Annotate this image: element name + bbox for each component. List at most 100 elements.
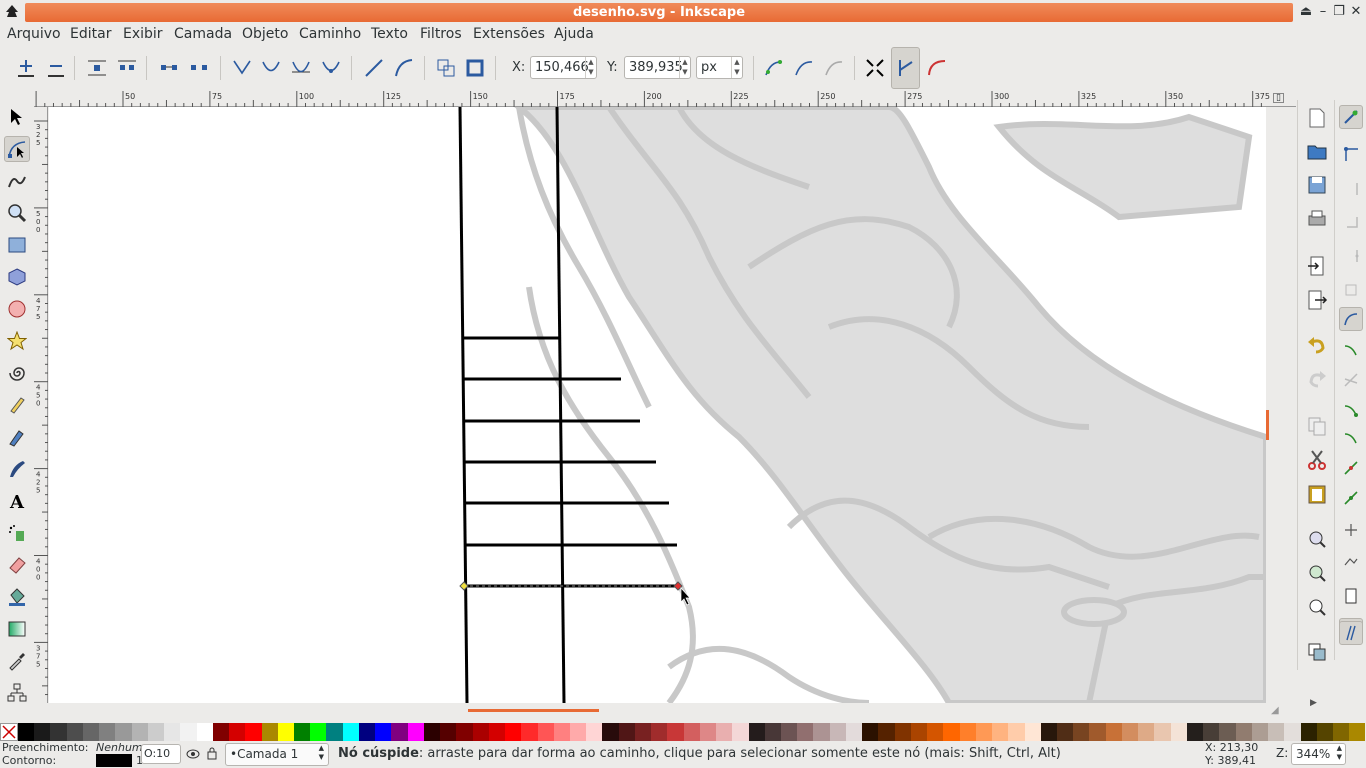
- maximize-button[interactable]: ❐: [1331, 4, 1347, 20]
- star-tool[interactable]: [4, 328, 30, 354]
- color-swatch[interactable]: [537, 723, 554, 741]
- node-symmetric-icon[interactable]: [290, 57, 312, 79]
- more-commands-icon[interactable]: ▶: [1310, 698, 1317, 708]
- node-y-input[interactable]: 389,935 ▲ ▼: [624, 56, 691, 79]
- color-swatch[interactable]: [521, 723, 538, 741]
- color-swatch[interactable]: [1332, 723, 1350, 741]
- color-swatch[interactable]: [1235, 723, 1252, 741]
- color-swatch[interactable]: [34, 723, 51, 741]
- color-swatch[interactable]: [131, 723, 148, 741]
- fill-value[interactable]: Nenhum: [96, 741, 143, 754]
- snap-smooth-nodes[interactable]: [1339, 426, 1363, 450]
- zoom-input[interactable]: 344% ▲ ▼: [1291, 743, 1346, 765]
- color-swatch[interactable]: [878, 723, 895, 741]
- color-swatch[interactable]: [1284, 723, 1301, 741]
- break-path-icon[interactable]: [116, 57, 138, 79]
- node-tool[interactable]: [4, 136, 30, 162]
- color-swatch[interactable]: [1300, 723, 1317, 741]
- color-swatch[interactable]: [683, 723, 700, 741]
- color-swatch[interactable]: [1170, 723, 1187, 741]
- save-icon[interactable]: [1306, 174, 1328, 196]
- color-swatch[interactable]: [1138, 723, 1155, 741]
- color-swatch[interactable]: [1349, 723, 1366, 741]
- color-swatch[interactable]: [1073, 723, 1090, 741]
- color-palette[interactable]: [0, 723, 1366, 741]
- color-swatch[interactable]: [910, 723, 928, 741]
- show-outline-icon[interactable]: [793, 57, 815, 79]
- snap-bbox[interactable]: [1339, 142, 1363, 166]
- open-folder-icon[interactable]: [1306, 140, 1328, 162]
- color-swatch[interactable]: [261, 723, 278, 741]
- close-button[interactable]: ✕: [1348, 4, 1364, 20]
- color-swatch[interactable]: [618, 723, 635, 741]
- delete-node-icon[interactable]: [45, 57, 67, 79]
- color-swatch[interactable]: [781, 723, 798, 741]
- color-swatch[interactable]: [407, 723, 424, 741]
- window-up-icon[interactable]: ⏏: [1298, 4, 1314, 20]
- horizontal-ruler[interactable]: 50 75 100 125 150 175 200 225 250 275 300 325 350 375…: [34, 91, 1296, 107]
- color-swatch[interactable]: [862, 723, 879, 741]
- segment-line-icon[interactable]: [363, 57, 385, 79]
- color-swatch[interactable]: [634, 723, 652, 741]
- color-swatch[interactable]: [1203, 723, 1220, 741]
- selector-tool[interactable]: [4, 104, 30, 130]
- transform-handles-icon[interactable]: [864, 57, 886, 79]
- color-swatch[interactable]: [894, 723, 911, 741]
- color-swatch[interactable]: [716, 723, 733, 741]
- x-spin-arrows[interactable]: ▲ ▼: [585, 57, 596, 78]
- node-auto-smooth-icon[interactable]: [320, 57, 342, 79]
- color-swatch[interactable]: [845, 723, 863, 741]
- color-swatch[interactable]: [1316, 723, 1333, 741]
- color-swatch[interactable]: [797, 723, 814, 741]
- color-swatch[interactable]: [943, 723, 960, 741]
- path-effect-icon[interactable]: [926, 57, 948, 79]
- color-swatch[interactable]: [456, 723, 473, 741]
- next-path-effect-icon[interactable]: [895, 57, 917, 79]
- segment-curve-icon[interactable]: [393, 57, 415, 79]
- copy-icon[interactable]: [1306, 415, 1328, 437]
- color-swatch[interactable]: [829, 723, 846, 741]
- color-swatch[interactable]: [82, 723, 100, 741]
- vertical-ruler[interactable]: 325500475450425400375: [34, 107, 48, 703]
- menu-exibir[interactable]: Exibir: [123, 26, 163, 42]
- zoom-tool[interactable]: [4, 200, 30, 226]
- color-swatch[interactable]: [505, 723, 522, 741]
- color-swatch[interactable]: [992, 723, 1009, 741]
- color-swatch[interactable]: [1154, 723, 1171, 741]
- color-swatch[interactable]: [586, 723, 603, 741]
- gradient-tool[interactable]: [4, 616, 30, 642]
- minimize-button[interactable]: –: [1315, 4, 1331, 20]
- color-swatch[interactable]: [748, 723, 765, 741]
- color-swatch[interactable]: [1219, 723, 1236, 741]
- menu-arquivo[interactable]: Arquivo: [7, 26, 61, 42]
- export-icon[interactable]: [1306, 289, 1328, 311]
- menu-extensoes[interactable]: Extensões: [473, 26, 545, 42]
- color-swatch[interactable]: [1089, 723, 1106, 741]
- color-swatch[interactable]: [602, 723, 619, 741]
- text-tool[interactable]: A: [4, 488, 30, 514]
- redo-icon[interactable]: [1306, 368, 1328, 390]
- pencil-tool[interactable]: [4, 392, 30, 418]
- color-swatch[interactable]: [1105, 723, 1122, 741]
- color-swatch[interactable]: [699, 723, 717, 741]
- color-swatch[interactable]: [375, 723, 392, 741]
- color-swatch[interactable]: [293, 723, 311, 741]
- snap-rotation-center[interactable]: [1339, 518, 1363, 542]
- unit-select[interactable]: px ▲ ▼: [696, 56, 743, 79]
- ellipse-tool[interactable]: [4, 296, 30, 322]
- connector-tool[interactable]: [4, 680, 30, 706]
- color-swatch[interactable]: [1040, 723, 1057, 741]
- color-swatch[interactable]: [342, 723, 359, 741]
- color-swatch[interactable]: [927, 723, 944, 741]
- snap-intersections[interactable]: [1339, 368, 1363, 392]
- menu-texto[interactable]: Texto: [371, 26, 408, 42]
- color-swatch[interactable]: [1024, 723, 1041, 741]
- color-swatch[interactable]: [553, 723, 570, 741]
- join-nodes-icon[interactable]: [86, 57, 108, 79]
- visibility-eye-icon[interactable]: [186, 747, 200, 761]
- zoom-drawing-icon[interactable]: [1306, 562, 1328, 584]
- color-swatch[interactable]: [1268, 723, 1285, 741]
- eraser-tool[interactable]: [4, 552, 30, 578]
- color-swatch[interactable]: [18, 723, 35, 741]
- lock-icon[interactable]: [206, 746, 218, 760]
